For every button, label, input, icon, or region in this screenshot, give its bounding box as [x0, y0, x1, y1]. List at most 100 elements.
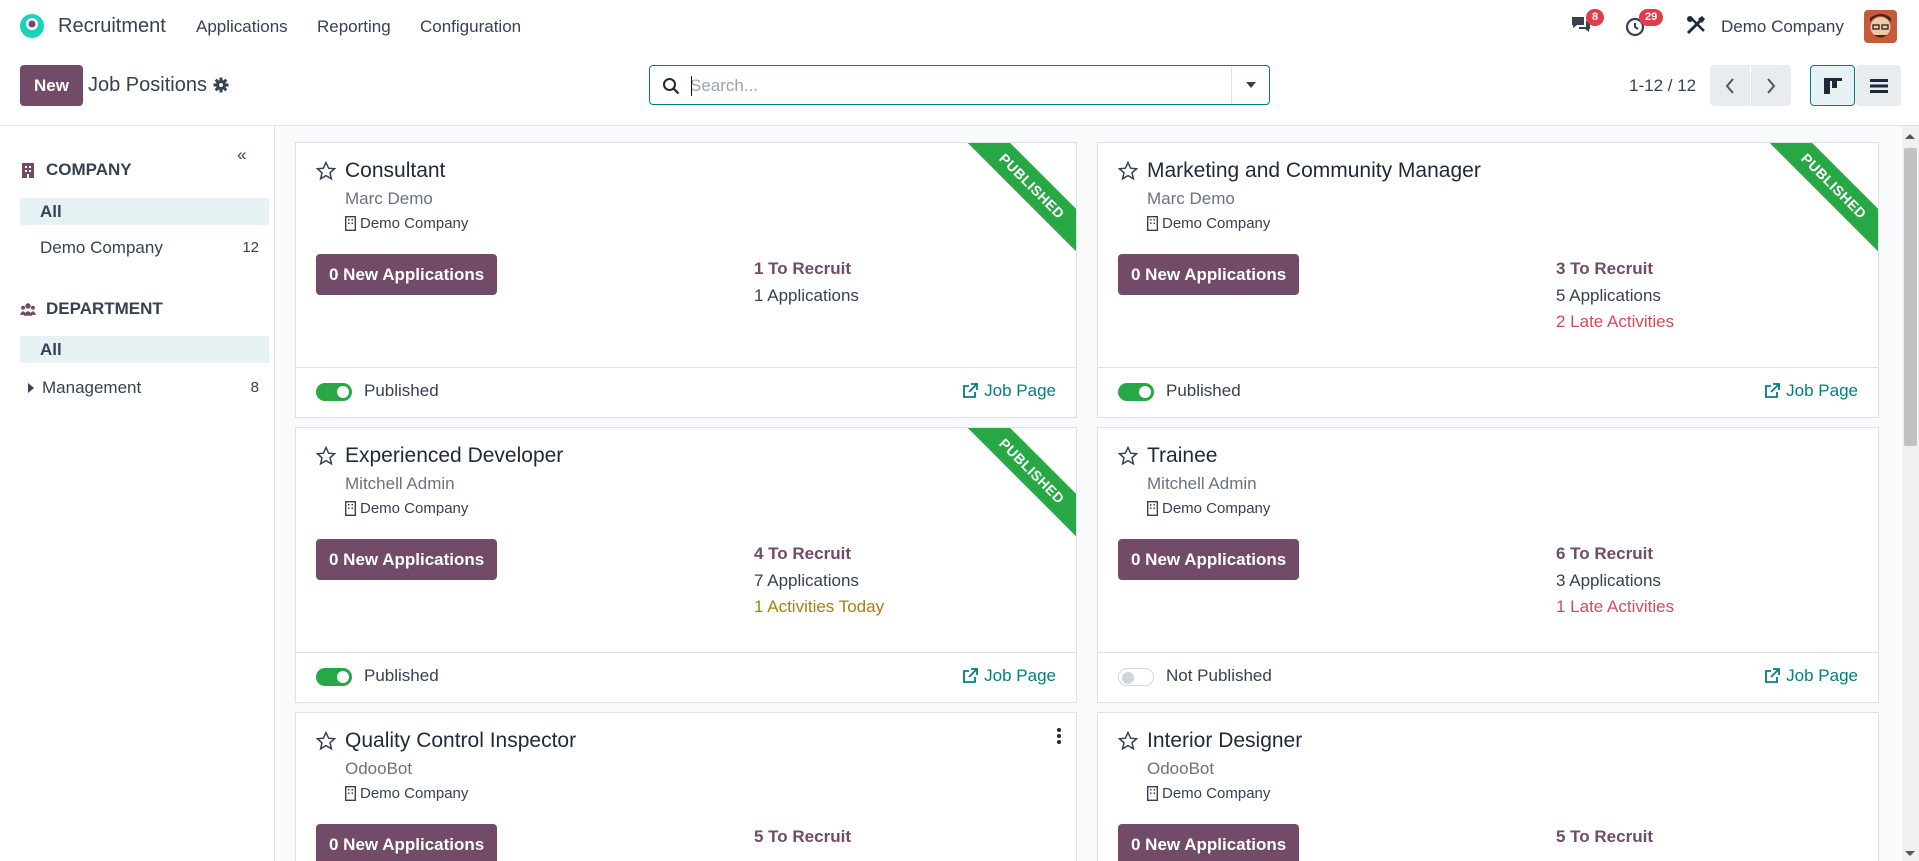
scrollbar-thumb[interactable] — [1904, 148, 1917, 446]
company-label: Demo Company — [1162, 215, 1271, 232]
recruitment-app-icon[interactable] — [18, 12, 46, 40]
job-card[interactable]: Consultant Marc Demo Demo Company 0 New … — [295, 142, 1077, 418]
pager-next-button[interactable] — [1751, 65, 1791, 106]
late-activities-link[interactable]: 2 Late Activities — [1556, 312, 1674, 332]
new-applications-button[interactable]: 0 New Applications — [1118, 254, 1300, 295]
search-bar[interactable] — [649, 65, 1270, 105]
menu-applications[interactable]: Applications — [196, 17, 288, 37]
job-owner: OdooBot — [1147, 759, 1215, 778]
job-title[interactable]: Interior Designer — [1147, 729, 1302, 753]
published-toggle[interactable] — [1118, 383, 1154, 401]
job-page-link[interactable]: Job Page — [1764, 666, 1858, 686]
new-applications-button[interactable]: 0 New Applications — [1118, 824, 1300, 861]
messages-button[interactable]: 8 — [1569, 9, 1605, 38]
activities-button[interactable]: 29 — [1624, 9, 1664, 38]
published-toggle[interactable] — [1118, 668, 1154, 686]
department-filter-all[interactable]: All — [20, 336, 269, 363]
company-label: Demo Company — [360, 215, 469, 232]
job-company: Demo Company — [1147, 215, 1270, 232]
search-options-toggle[interactable] — [1231, 66, 1269, 104]
chevron-right-icon — [1767, 77, 1776, 94]
company-label: Demo Company — [360, 785, 469, 802]
text-cursor — [691, 76, 692, 96]
building-icon — [1147, 501, 1158, 516]
user-avatar[interactable] — [1864, 10, 1897, 43]
search-input[interactable] — [690, 74, 1190, 98]
to-recruit-link[interactable]: 3 To Recruit — [1556, 259, 1653, 279]
applications-link[interactable]: 3 Applications — [1556, 571, 1661, 591]
to-recruit-link[interactable]: 1 To Recruit — [754, 259, 851, 279]
gear-icon[interactable] — [213, 77, 229, 93]
applications-link[interactable]: 1 Applications — [754, 286, 859, 306]
job-owner: Marc Demo — [345, 189, 433, 208]
job-page-link[interactable]: Job Page — [962, 666, 1056, 686]
activities-today-link[interactable]: 1 Activities Today — [754, 597, 884, 617]
new-applications-button[interactable]: 0 New Applications — [316, 824, 498, 861]
applications-link[interactable]: 7 Applications — [754, 571, 859, 591]
published-toggle[interactable] — [316, 383, 352, 401]
new-applications-button[interactable]: 0 New Applications — [316, 254, 498, 295]
page-title[interactable]: Job Positions — [88, 74, 207, 97]
new-button[interactable]: New — [20, 65, 83, 106]
kanban-view-button[interactable] — [1810, 65, 1855, 106]
job-title[interactable]: Consultant — [345, 159, 445, 183]
to-recruit-link[interactable]: 4 To Recruit — [754, 544, 851, 564]
to-recruit-link[interactable]: 6 To Recruit — [1556, 544, 1653, 564]
new-applications-button[interactable]: 0 New Applications — [316, 539, 498, 580]
job-company: Demo Company — [1147, 500, 1270, 517]
published-toggle[interactable] — [316, 668, 352, 686]
scroll-down-arrow[interactable] — [1905, 851, 1915, 856]
external-link-icon — [963, 668, 979, 683]
star-icon[interactable] — [316, 161, 336, 181]
app-name[interactable]: Recruitment — [58, 15, 166, 38]
company-section-heading: COMPANY — [20, 160, 132, 180]
job-card[interactable]: Experienced Developer Mitchell Admin Dem… — [295, 427, 1077, 703]
building-icon — [1147, 216, 1158, 231]
job-title[interactable]: Experienced Developer — [345, 444, 563, 468]
new-applications-button[interactable]: 0 New Applications — [1118, 539, 1300, 580]
to-recruit-link[interactable]: 5 To Recruit — [1556, 827, 1653, 847]
kebab-menu-icon[interactable] — [1056, 727, 1062, 745]
ribbon-label: PUBLISHED — [966, 143, 1076, 253]
building-icon — [345, 786, 356, 801]
menu-configuration[interactable]: Configuration — [420, 17, 521, 37]
job-title[interactable]: Trainee — [1147, 444, 1217, 468]
collapse-sidebar-button[interactable]: « — [237, 145, 246, 165]
list-view-button[interactable] — [1856, 65, 1901, 106]
menu-reporting[interactable]: Reporting — [317, 17, 391, 37]
scroll-up-arrow[interactable] — [1905, 134, 1915, 139]
star-icon[interactable] — [316, 446, 336, 466]
star-icon[interactable] — [1118, 161, 1138, 181]
list-icon — [1869, 78, 1888, 93]
star-icon[interactable] — [1118, 731, 1138, 751]
pager-previous-button[interactable] — [1710, 65, 1750, 106]
job-card[interactable]: Quality Control Inspector OdooBot Demo C… — [295, 712, 1077, 861]
job-title[interactable]: Marketing and Community Manager — [1147, 159, 1481, 183]
caret-right-icon[interactable] — [28, 382, 34, 393]
job-card[interactable]: Interior Designer OdooBot Demo Company 0… — [1097, 712, 1879, 861]
star-icon[interactable] — [316, 731, 336, 751]
company-filter-all[interactable]: All — [20, 198, 269, 225]
job-title[interactable]: Quality Control Inspector — [345, 729, 576, 753]
building-icon — [22, 162, 34, 178]
card-footer: Not Published Job Page — [1098, 652, 1878, 702]
department-filter-management[interactable]: Management 8 — [20, 374, 269, 401]
ribbon-label: PUBLISHED — [966, 428, 1076, 538]
job-page-link[interactable]: Job Page — [962, 381, 1056, 401]
job-page-label: Job Page — [1786, 666, 1858, 685]
filter-label: All — [40, 339, 62, 359]
job-page-link[interactable]: Job Page — [1764, 381, 1858, 401]
building-icon — [345, 501, 356, 516]
star-icon[interactable] — [1118, 446, 1138, 466]
job-card[interactable]: Trainee Mitchell Admin Demo Company 0 Ne… — [1097, 427, 1879, 703]
late-activities-link[interactable]: 1 Late Activities — [1556, 597, 1674, 617]
applications-link[interactable]: 5 Applications — [1556, 286, 1661, 306]
job-owner: Mitchell Admin — [345, 474, 455, 493]
company-switcher[interactable]: Demo Company — [1721, 17, 1844, 37]
company-filter-demo-company[interactable]: Demo Company 12 — [20, 234, 269, 261]
to-recruit-link[interactable]: 5 To Recruit — [754, 827, 851, 847]
kanban-icon — [1823, 77, 1842, 94]
tools-icon[interactable] — [1685, 14, 1707, 36]
job-card[interactable]: Marketing and Community Manager Marc Dem… — [1097, 142, 1879, 418]
pager-value[interactable]: 1-12 / 12 — [1629, 76, 1696, 96]
